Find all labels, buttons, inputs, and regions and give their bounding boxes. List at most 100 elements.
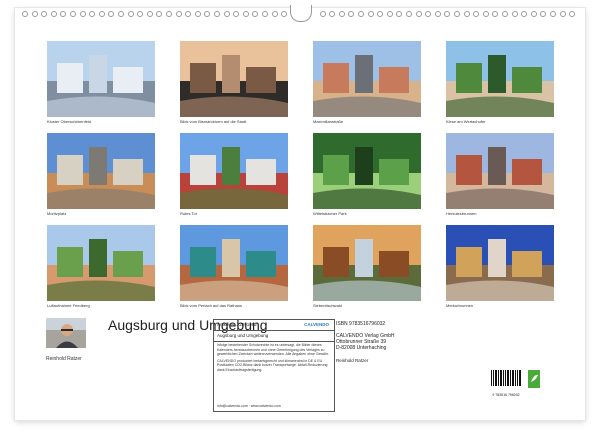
barcode: 9 783516 796032 <box>490 370 522 397</box>
thumbnail-caption: Maximilianstraße <box>313 119 344 124</box>
spiral-ring <box>89 11 96 17</box>
spiral-ring <box>108 11 115 17</box>
spiral-ring <box>569 11 576 17</box>
spiral-ring <box>386 11 393 17</box>
publisher-author: Reinhold Ratzer <box>336 358 369 363</box>
spiral-ring <box>415 11 422 17</box>
spiral-ring <box>262 11 268 17</box>
thumbnail-cell: Rotes Tor <box>180 133 288 216</box>
spiral-ring <box>146 11 153 17</box>
spiral-ring <box>79 11 86 17</box>
spiral-ring <box>281 11 288 17</box>
spiral-ring <box>319 11 326 17</box>
thumbnail-cell: Moritzplatz <box>47 133 155 216</box>
legal-notice-1: Infolge bestehender Schutzrechte ist es … <box>217 343 329 356</box>
thumbnail-caption: Rotes Tor <box>180 211 198 216</box>
spiral-ring <box>425 11 432 17</box>
spiral-ring <box>396 11 403 17</box>
spiral-ring <box>22 11 28 17</box>
thumbnail-caption: Moritzplatz <box>47 211 67 216</box>
spiral-ring <box>60 11 67 17</box>
thumbnail-caption: Herkulesbrunnen <box>446 211 477 216</box>
spiral-ring <box>98 11 105 17</box>
thumbnail-image <box>446 133 554 209</box>
thumbnail-image <box>180 133 288 209</box>
spiral-ring <box>463 11 470 17</box>
article-number: Artikel-Nr.: 2291052 <box>217 322 257 327</box>
spiral-ring <box>473 11 480 17</box>
thumbnail-image <box>180 41 288 117</box>
spiral-ring <box>530 11 537 17</box>
spiral-ring <box>118 11 124 17</box>
spiral-ring <box>204 11 211 17</box>
info-title-row: Augsburg und Umgebung <box>214 331 334 342</box>
spiral-ring <box>242 11 249 17</box>
spiral-ring <box>444 11 451 17</box>
thumbnail-cell: Blick vom Bismarckturm auf die Stadt <box>180 41 288 124</box>
thumbnail-image <box>313 225 421 301</box>
thumbnail-caption: Kiese am Wertachufer <box>446 119 486 124</box>
info-header-row: Artikel-Nr.: 2291052 CALVENDO <box>214 320 334 331</box>
thumbnail-cell: Maximilianstraße <box>313 41 421 124</box>
thumbnail-caption: Merkurbrunnen <box>446 303 474 308</box>
spiral-ring <box>550 11 556 17</box>
spiral-ring <box>175 11 182 17</box>
thumbnail-cell: Kloster Oberschönenfeld <box>47 41 155 124</box>
spiral-ring <box>511 11 518 17</box>
contact-info: info@calvendo.com · www.calvendo.com <box>217 403 281 408</box>
spiral-ring <box>377 11 384 17</box>
spiral-ring <box>329 11 336 17</box>
isbn: ISBN 9783516796032 <box>336 321 386 327</box>
thumbnail-cell: Siebentischwald <box>313 225 421 308</box>
spiral-ring <box>482 11 489 17</box>
spiral-ring <box>358 11 364 17</box>
spiral-ring <box>194 11 201 17</box>
thumbnail-cell: Luftaufnahme Friedberg <box>47 225 155 308</box>
product-title: Augsburg und Umgebung <box>217 333 269 338</box>
calvendo-logo-icon <box>528 370 540 388</box>
thumbnail-image <box>313 41 421 117</box>
thumbnail-caption: Siebentischwald <box>313 303 342 308</box>
spiral-ring <box>137 11 144 17</box>
spiral-ring <box>348 11 355 17</box>
thumbnail-image <box>446 41 554 117</box>
thumbnail-caption: Blick vom Perlach auf das Rathaus <box>180 303 243 308</box>
author-photo <box>46 318 86 348</box>
spiral-ring <box>406 11 412 17</box>
spiral-ring <box>70 11 76 17</box>
spiral-ring <box>127 11 134 17</box>
thumbnail-image <box>47 225 155 301</box>
spiral-ring <box>521 11 528 17</box>
spiral-ring <box>223 11 230 17</box>
thumbnail-caption: Kloster Oberschönenfeld <box>47 119 92 124</box>
spiral-ring <box>156 11 163 17</box>
spiral-ring <box>214 11 220 17</box>
thumbnail-caption: Luftaufnahme Friedberg <box>47 303 90 308</box>
thumbnail-caption: Blick vom Bismarckturm auf die Stadt <box>180 119 247 124</box>
spiral-ring <box>454 11 460 17</box>
spiral-ring <box>41 11 48 17</box>
spiral-ring <box>31 11 38 17</box>
spiral-ring <box>166 11 172 17</box>
spiral-ring <box>50 11 57 17</box>
author-name: Reinhold Ratzer <box>46 356 82 362</box>
barcode-number: 9 783516 796032 <box>492 393 520 397</box>
thumbnail-cell: Wittelsbacher Park <box>313 133 421 216</box>
spiral-ring <box>233 11 240 17</box>
brand-label: CALVENDO <box>304 322 329 327</box>
thumbnail-image <box>47 133 155 209</box>
thumbnail-image <box>446 225 554 301</box>
spiral-ring <box>252 11 259 17</box>
spiral-ring <box>271 11 278 17</box>
spiral-ring <box>185 11 192 17</box>
thumbnail-image <box>180 225 288 301</box>
spiral-ring <box>338 11 345 17</box>
thumbnail-cell: Blick vom Perlach auf das Rathaus <box>180 225 288 308</box>
spiral-ring <box>434 11 441 17</box>
legal-notice-2: CALVENDO produziert bedarfsgerecht und k… <box>217 358 328 372</box>
publisher-info: ISBN 9783516796032 CALVENDO Verlag GmbH … <box>336 319 556 410</box>
thumbnail-cell: Herkulesbrunnen <box>446 133 554 216</box>
spiral-ring <box>367 11 374 17</box>
spiral-ring <box>559 11 566 17</box>
spiral-ring <box>492 11 499 17</box>
